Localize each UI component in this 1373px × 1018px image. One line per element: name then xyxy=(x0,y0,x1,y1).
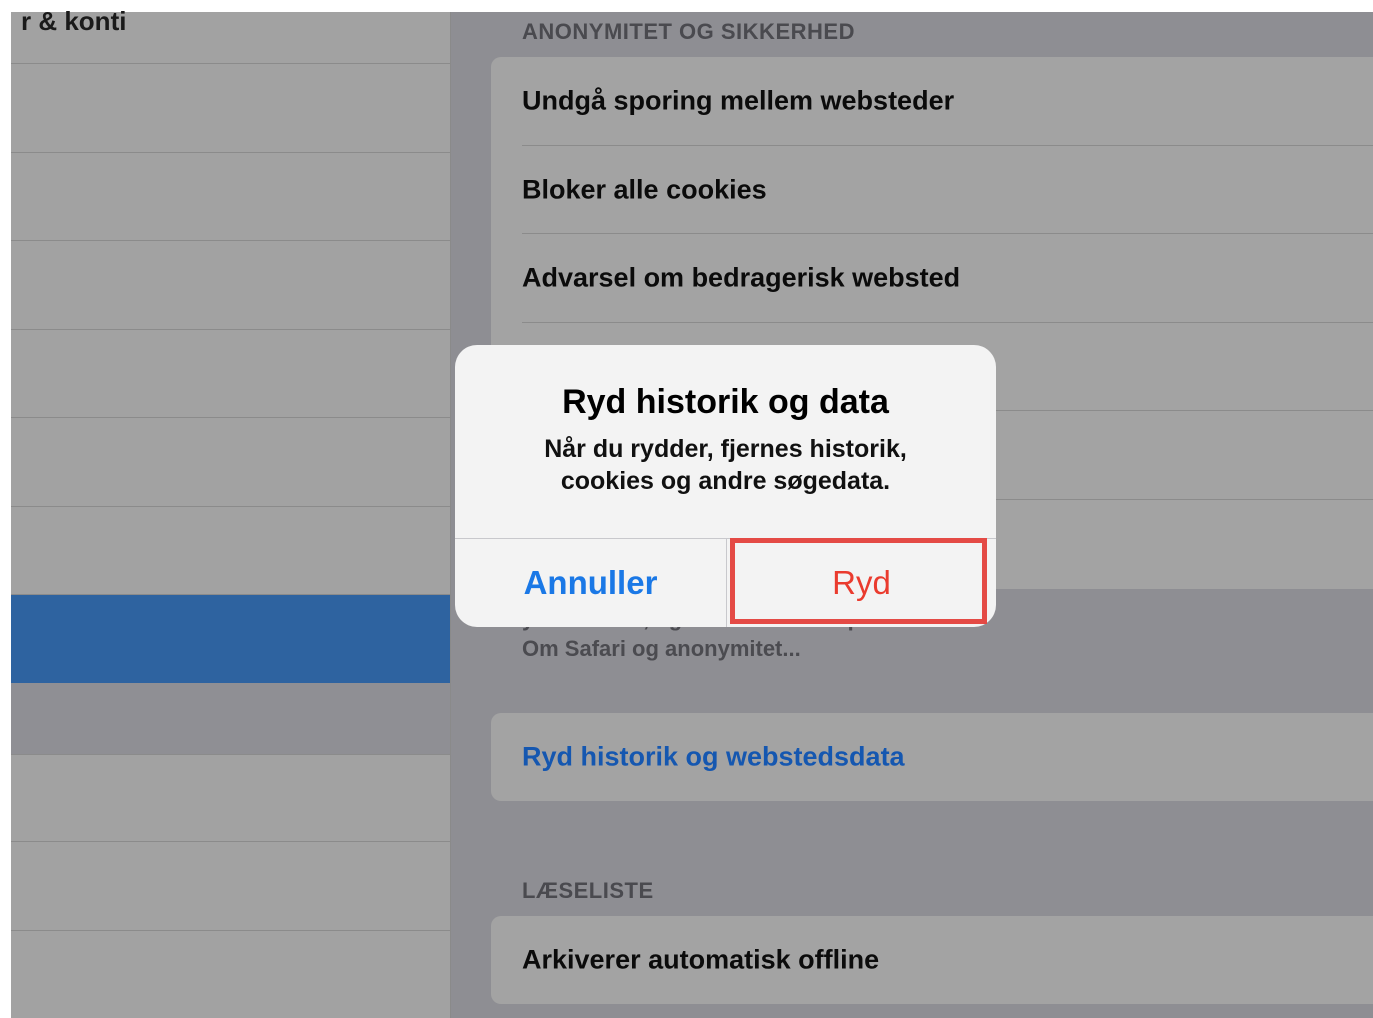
sidebar-item[interactable] xyxy=(11,842,450,931)
sidebar-item[interactable] xyxy=(11,931,450,1018)
left-border xyxy=(0,0,11,1018)
clear-button[interactable]: Ryd xyxy=(727,539,996,627)
sidebar-item[interactable] xyxy=(11,153,450,241)
sidebar-item-label: r & konti xyxy=(21,6,127,36)
sidebar-item-accounts[interactable]: r & konti xyxy=(11,6,450,64)
alert-message-line: cookies og andre søgedata. xyxy=(560,467,891,495)
top-border xyxy=(0,0,1373,12)
row-label: Advarsel om bedragerisk websted xyxy=(522,262,961,293)
block-all-cookies-row[interactable]: Bloker alle cookies xyxy=(522,146,1373,234)
sidebar-group-gap xyxy=(11,683,450,754)
sidebar-item[interactable] xyxy=(11,418,450,507)
fraudulent-website-warning-row[interactable]: Advarsel om bedragerisk websted xyxy=(522,234,1373,323)
reading-list-header: LÆSELISTE xyxy=(522,878,654,903)
alert-message-line: Når du rydder, fjernes historik, xyxy=(544,435,907,463)
sidebar-item[interactable] xyxy=(11,754,450,842)
sidebar-item[interactable] xyxy=(11,330,450,418)
clear-history-label: Ryd historik og webstedsdata xyxy=(522,741,905,772)
settings-sidebar: r & konti xyxy=(11,6,451,1018)
clear-history-button[interactable]: Ryd historik og webstedsdata xyxy=(522,713,1373,801)
reading-list-group: Arkiverer automatisk offline xyxy=(491,916,1373,1004)
alert-title: Ryd historik og data xyxy=(562,383,889,421)
row-label: Bloker alle cookies xyxy=(522,174,767,204)
privacy-section-header: ANONYMITET OG SIKKERHED xyxy=(522,19,855,44)
auto-save-offline-row[interactable]: Arkiverer automatisk offline xyxy=(522,916,1373,1004)
sidebar-item[interactable] xyxy=(11,241,450,330)
row-label: Undgå sporing mellem websteder xyxy=(522,85,955,116)
sidebar-item[interactable] xyxy=(11,507,450,595)
cancel-button[interactable]: Annuller xyxy=(455,539,726,627)
clear-history-alert: Ryd historik og data Når du rydder, fjer… xyxy=(455,345,996,627)
about-safari-privacy-link[interactable]: Om Safari og anonymitet... xyxy=(522,636,801,662)
sidebar-item[interactable] xyxy=(11,64,450,153)
screen: r & konti ANONYMITET OG SIKKERHED Undgå … xyxy=(0,0,1373,1018)
row-label: Arkiverer automatisk offline xyxy=(522,944,880,975)
sidebar-item-safari-selected[interactable] xyxy=(11,595,450,683)
prevent-cross-site-tracking-row[interactable]: Undgå sporing mellem websteder xyxy=(522,57,1373,146)
alert-message: Når du rydder, fjernes historik, cookies… xyxy=(495,433,956,497)
clear-history-group: Ryd historik og webstedsdata xyxy=(491,713,1373,801)
